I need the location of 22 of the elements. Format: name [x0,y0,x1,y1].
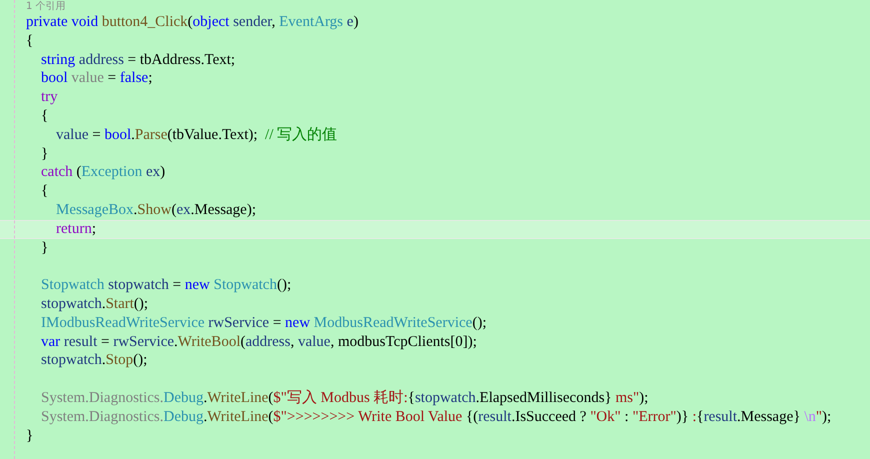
code-line: return; [55,220,96,238]
code-line: System.Diagnostics.Debug.WriteLine($"写入 Modbus 耗时:{stopwatch.ElapsedMilliseconds} ms"); [40,388,648,408]
code-line: private void button4_Click(object sender, EventArgs e) [26,13,358,32]
code-line: stopwatch.Stop(); [40,351,148,370]
code-line: { [26,32,34,51]
code-line: { [40,182,48,201]
code-line: { [40,106,48,126]
code-line: } [40,144,48,164]
code-line: bool value = false; [40,69,152,88]
code-line: MessageBox.Show(ex.Message); [55,200,256,220]
code-line: value = bool.Parse(tbValue.Text); // 写入的值 [55,126,338,145]
reference-count[interactable]: 1 个引用 [26,0,66,13]
code-line: catch (Exception ex) [40,163,166,182]
code-line: string address = tbAddress.Text; [40,50,236,70]
code-line: try [40,88,58,107]
code-line: System.Diagnostics.Debug.WriteLine($">>>>>>>> Write Bool Value {(result.IsSucceed ? "Ok" : "Error")} :{result.Message} \n"); [40,408,832,427]
code-line: Stopwatch stopwatch = new Stopwatch(); [40,276,292,295]
code-line: } [26,426,34,446]
code-line: } [40,238,48,258]
code-line: stopwatch.Start(); [40,294,148,314]
code-line: IModbusReadWriteService rwService = new ModbusReadWriteService(); [40,314,486,333]
code-line: var result = rwService.WriteBool(address, value, modbusTcpClients[0]); [40,332,477,352]
